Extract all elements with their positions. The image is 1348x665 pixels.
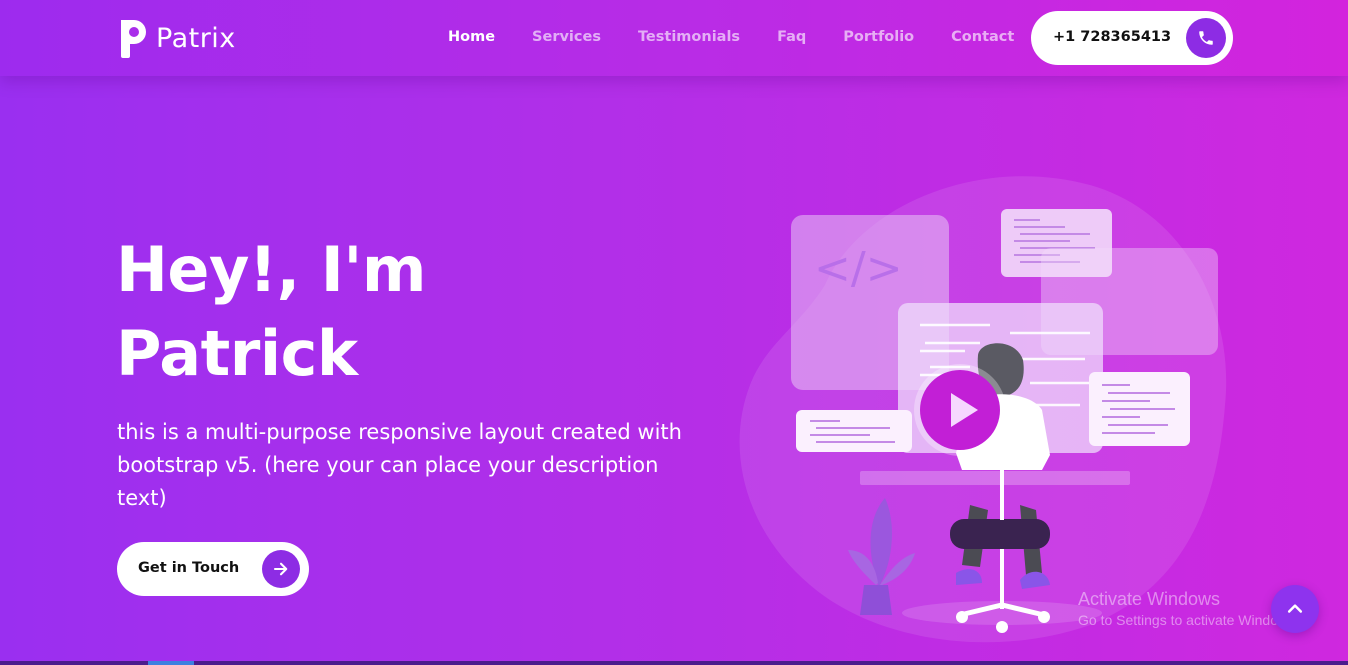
nav-testimonials[interactable]: Testimonials (638, 29, 740, 45)
brand-logo[interactable]: Patrix (118, 16, 236, 60)
hero-title-line1: Hey!, I'm (116, 233, 426, 306)
page-bottom-accent (148, 661, 194, 665)
arrow-right-icon (262, 550, 300, 588)
phone-icon (1186, 18, 1226, 58)
main-nav: Home Services Testimonials Faq Portfolio… (448, 29, 1051, 45)
hero-title-line2: Patrick (116, 317, 358, 390)
nav-portfolio[interactable]: Portfolio (843, 29, 914, 45)
hero-description: this is a multi-purpose responsive layou… (117, 420, 682, 510)
scroll-to-top-button[interactable] (1271, 585, 1319, 633)
code-tag-label: </> (814, 243, 903, 294)
cta-label: Get in Touch (138, 560, 240, 576)
navbar: Patrix Home Services Testimonials Faq Po… (0, 0, 1348, 76)
nav-home[interactable]: Home (448, 29, 495, 45)
watermark-title: Activate Windows (1078, 589, 1221, 609)
hero-title: Hey!, I'm Patrick (116, 228, 676, 396)
p-letter-logo-icon (118, 16, 150, 60)
get-in-touch-button[interactable]: Get in Touch (117, 542, 309, 596)
phone-number: +1 728365413 (1053, 29, 1172, 45)
chevron-up-icon (1287, 604, 1303, 613)
nav-contact[interactable]: Contact (951, 29, 1014, 45)
watermark-subtitle: Go to Settings to activate Windows. (1078, 612, 1299, 628)
nav-services[interactable]: Services (532, 29, 601, 45)
nav-faq[interactable]: Faq (777, 29, 806, 45)
windows-activation-watermark: Activate Windows Go to Settings to activ… (1078, 589, 1299, 628)
phone-button[interactable]: +1 728365413 (1031, 11, 1233, 65)
page-bottom-edge (0, 661, 1348, 665)
brand-name: Patrix (156, 22, 236, 54)
play-video-button[interactable] (913, 363, 1007, 457)
play-icon (914, 364, 1006, 456)
